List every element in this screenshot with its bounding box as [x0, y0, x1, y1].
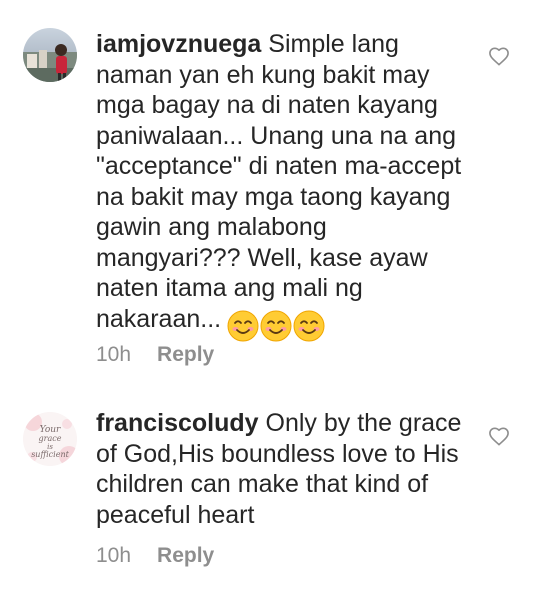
heart-outline-icon[interactable] [488, 46, 510, 66]
comment-username[interactable]: iamjovznuega [96, 30, 261, 58]
smiling-face-emoji [260, 310, 292, 342]
smiling-face-emoji [227, 310, 259, 342]
comment-timestamp: 10h [96, 343, 132, 366]
svg-text:sufficient: sufficient [31, 450, 69, 459]
emoji-group [227, 310, 326, 342]
profile-photo-icon [23, 28, 77, 82]
svg-text:grace: grace [39, 434, 62, 443]
reply-button[interactable]: Reply [157, 544, 214, 568]
comment-body: franciscoludy Only by the grace of God,H… [96, 408, 468, 530]
comment-text: Simple lang naman yan eh kung bakit may … [96, 30, 462, 333]
comment-meta: 10h Reply [96, 544, 214, 568]
comment-body: iamjovznuega Simple lang naman yan eh ku… [96, 29, 468, 342]
reply-button[interactable]: Reply [157, 343, 214, 367]
smiling-face-emoji [293, 310, 325, 342]
watercolor-quote-logo: Your grace is sufficient [23, 412, 77, 466]
avatar[interactable]: Your grace is sufficient [23, 412, 77, 466]
avatar[interactable] [23, 28, 77, 82]
heart-outline-icon[interactable] [488, 426, 510, 446]
comment-timestamp: 10h [96, 544, 132, 567]
comment-username[interactable]: franciscoludy [96, 409, 259, 437]
comment-meta: 10h Reply [96, 343, 214, 367]
